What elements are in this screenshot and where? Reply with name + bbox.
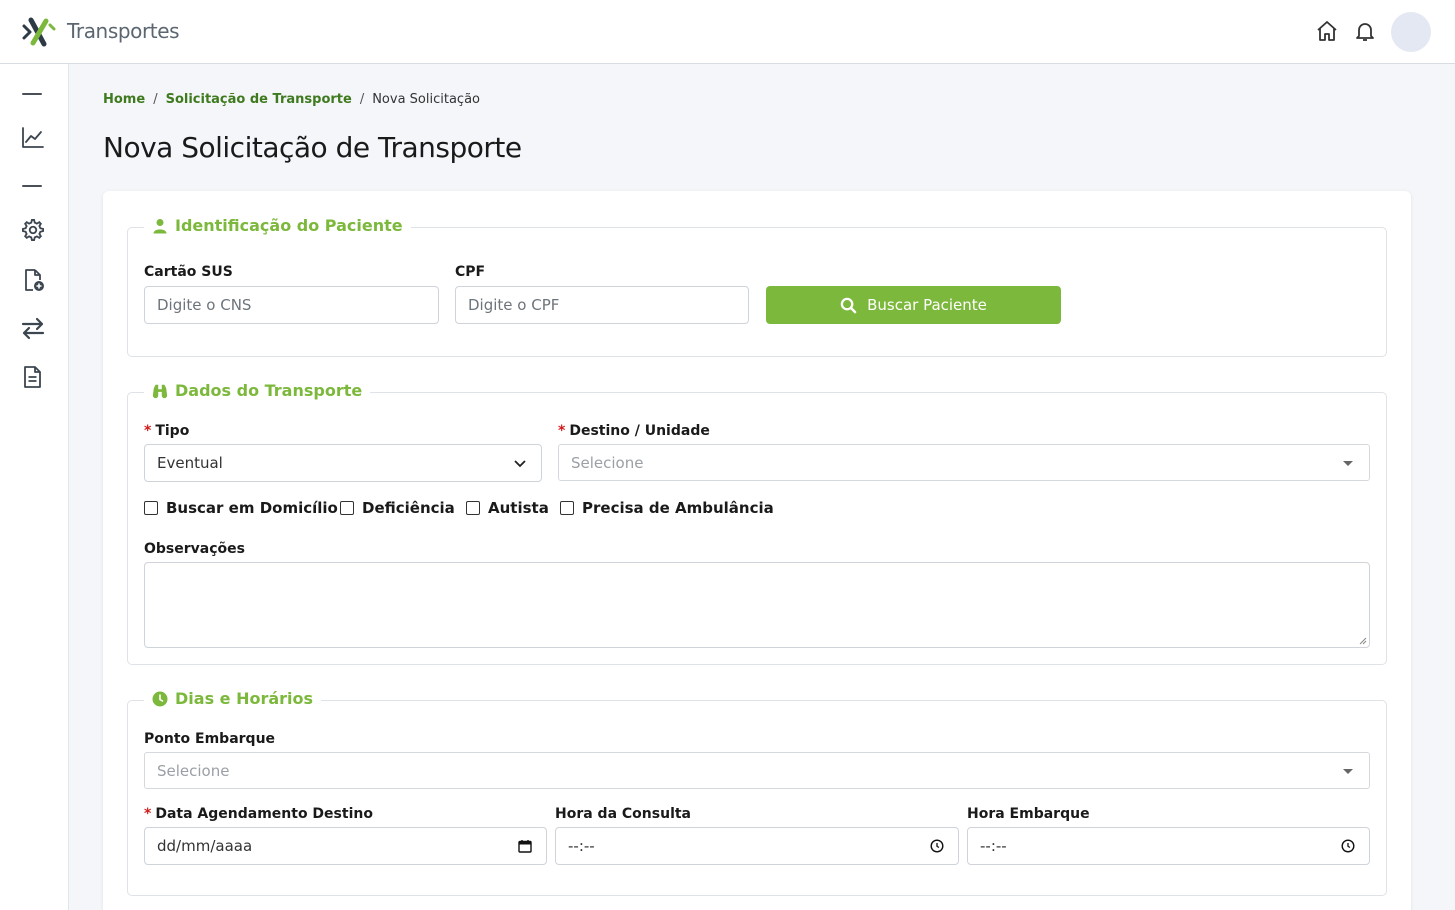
required-mark: * — [144, 806, 152, 822]
caret-down-icon — [1343, 461, 1353, 466]
gear-icon[interactable] — [20, 217, 46, 243]
section-horarios: Dias e Horários Ponto Embarque Selecione… — [127, 689, 1387, 896]
clock-icon[interactable] — [930, 839, 944, 853]
app-logo[interactable] — [22, 17, 56, 47]
search-icon — [840, 297, 857, 313]
form-card: Identificação do Paciente Cartão SUS CPF… — [103, 191, 1411, 910]
chevron-down-icon — [514, 460, 526, 468]
legend-text: Identificação do Paciente — [175, 216, 403, 235]
data-placeholder: dd/mm/aaaa — [157, 837, 253, 855]
required-mark: * — [144, 423, 152, 439]
tipo-label-text: Tipo — [155, 423, 190, 439]
checkbox-label: Deficiência — [362, 499, 455, 517]
checkbox-buscar-domicilio[interactable]: Buscar em Domicílio — [144, 499, 338, 517]
checkbox-box[interactable] — [466, 501, 480, 515]
section-legend: Dias e Horários — [144, 689, 322, 708]
caret-down-icon — [1343, 769, 1353, 774]
search-patient-button[interactable]: Buscar Paciente — [766, 286, 1061, 324]
cpf-label: CPF — [455, 264, 486, 280]
page-title: Nova Solicitação de Transporte — [103, 131, 522, 164]
cpf-input[interactable] — [455, 286, 749, 324]
checkbox-label: Autista — [488, 499, 549, 517]
checkbox-label: Buscar em Domicílio — [166, 499, 338, 517]
hora-consulta-input[interactable]: --:-- — [555, 827, 959, 865]
chart-line-icon[interactable] — [20, 125, 46, 151]
data-label: * Data Agendamento Destino — [144, 806, 373, 822]
breadcrumb-home[interactable]: Home — [103, 92, 145, 107]
breadcrumb-separator: / — [153, 92, 158, 107]
checkbox-box[interactable] — [144, 501, 158, 515]
cns-input[interactable] — [144, 286, 439, 324]
tipo-label: * Tipo — [144, 423, 189, 439]
hora-embarque-label: Hora Embarque — [967, 806, 1090, 822]
breadcrumb-separator: / — [359, 92, 365, 107]
bell-icon[interactable] — [1353, 19, 1377, 43]
destino-label: * Destino / Unidade — [558, 423, 710, 439]
destino-select[interactable]: Selecione — [558, 444, 1370, 481]
tipo-value: Eventual — [157, 454, 223, 472]
hora-consulta-label: Hora da Consulta — [555, 806, 692, 822]
section-legend: Dados do Transporte — [144, 381, 371, 400]
data-agendamento-input[interactable]: dd/mm/aaaa — [144, 827, 547, 865]
section-legend: Identificação do Paciente — [144, 216, 411, 235]
observacoes-textarea[interactable] — [144, 562, 1370, 648]
user-icon — [153, 218, 167, 233]
document-icon[interactable] — [20, 364, 46, 390]
ponto-embarque-select[interactable]: Selecione — [144, 752, 1370, 789]
destino-label-text: Destino / Unidade — [569, 423, 710, 439]
clock-icon — [152, 691, 168, 706]
search-button-label: Buscar Paciente — [867, 296, 987, 314]
required-mark: * — [558, 423, 566, 439]
top-bar: Transportes — [0, 0, 1455, 64]
checkbox-autista[interactable]: Autista — [466, 499, 549, 517]
breadcrumb-current: Nova Solicitação — [372, 92, 480, 107]
embarque-label: Ponto Embarque — [144, 731, 276, 747]
breadcrumb: Home / Solicitação de Transporte / Nova … — [103, 92, 480, 107]
data-label-text: Data Agendamento Destino — [155, 806, 373, 822]
tipo-select[interactable]: Eventual — [144, 444, 542, 482]
hora-consulta-placeholder: --:-- — [568, 837, 595, 855]
hora-embarque-input[interactable]: --:-- — [967, 827, 1370, 865]
legend-text: Dias e Horários — [175, 689, 314, 708]
transfer-arrows-icon[interactable] — [20, 315, 46, 341]
obs-label: Observações — [144, 541, 245, 557]
sidebar-divider — [22, 93, 42, 95]
hora-embarque-placeholder: --:-- — [980, 837, 1007, 855]
file-add-icon[interactable] — [20, 267, 46, 293]
section-paciente: Identificação do Paciente Cartão SUS CPF… — [127, 216, 1387, 357]
calendar-icon[interactable] — [518, 839, 532, 853]
binoculars-icon — [152, 384, 168, 398]
user-avatar[interactable] — [1391, 12, 1431, 52]
section-transporte: Dados do Transporte * Tipo Eventual * Dest… — [127, 381, 1387, 665]
legend-text: Dados do Transporte — [175, 381, 363, 400]
checkbox-label: Precisa de Ambulância — [582, 499, 774, 517]
checkbox-box[interactable] — [560, 501, 574, 515]
app-title: Transportes — [67, 19, 180, 43]
resize-grip-icon[interactable] — [1358, 636, 1367, 645]
checkbox-deficiencia[interactable]: Deficiência — [340, 499, 455, 517]
destino-placeholder: Selecione — [571, 453, 644, 472]
sidebar-divider — [22, 185, 42, 187]
sidebar — [0, 64, 69, 910]
home-icon[interactable] — [1315, 19, 1339, 43]
breadcrumb-solicitacao[interactable]: Solicitação de Transporte — [166, 92, 352, 107]
clock-icon[interactable] — [1341, 839, 1355, 853]
embarque-placeholder: Selecione — [157, 761, 230, 780]
checkbox-ambulancia[interactable]: Precisa de Ambulância — [560, 499, 774, 517]
checkbox-box[interactable] — [340, 501, 354, 515]
cns-label: Cartão SUS — [144, 264, 233, 280]
